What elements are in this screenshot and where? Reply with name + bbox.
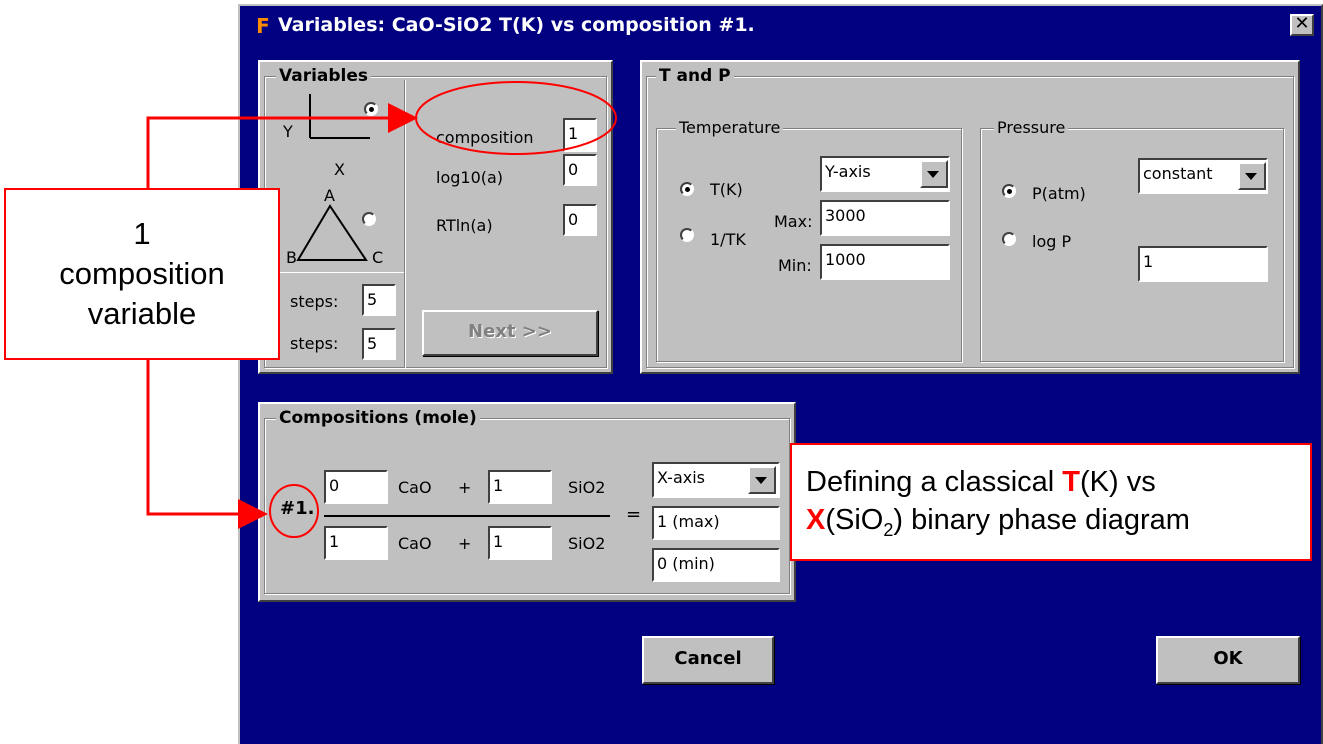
patm-label: P(atm) [1032,184,1086,203]
steps-field-1[interactable]: 5 [362,284,396,316]
tk-radio[interactable] [680,182,694,196]
pressure-group-title: Pressure [994,118,1069,137]
right-callout-x: X [806,504,826,536]
numerator-cao-field[interactable]: 0 [324,470,388,504]
right-callout: Defining a classical T(K) vs X(SiO2) bin… [790,443,1312,561]
triangle-b-label: B [286,248,297,267]
steps-divider [266,272,404,273]
numerator-sio2-field[interactable]: 1 [488,470,552,504]
left-callout: 1 composition variable [4,188,280,360]
left-callout-line2: composition [59,256,225,291]
right-callout-subscript: 2 [883,519,894,540]
log10a-label: log10(a) [436,168,504,187]
denominator-sio2-field[interactable]: 1 [488,526,552,560]
temperature-group-title: Temperature [676,118,784,137]
numerator-plus: + [458,478,472,497]
composition-max-field[interactable]: 1 (max) [652,506,780,540]
right-callout-text-b: (K) vs [1080,466,1156,498]
steps-label-1: steps: [290,292,339,311]
logp-label: log P [1032,232,1072,251]
min-label: Min: [778,256,812,275]
tp-group-title: T and P [656,66,734,86]
ok-button[interactable]: OK [1156,636,1300,684]
t-min-field[interactable]: 1000 [820,244,950,280]
numerator-sio2-label: SiO2 [568,478,606,497]
max-label: Max: [774,212,813,231]
composition-row-label: #1. [280,498,315,519]
composition-min-field[interactable]: 0 (min) [652,548,780,582]
denominator-sio2-label: SiO2 [568,534,606,553]
triangle-icon [296,204,368,261]
axes-radio[interactable] [364,102,378,116]
variables-group-title: Variables [276,66,372,86]
rtln-label: RTln(a) [436,216,493,235]
patm-radio[interactable] [1002,184,1016,198]
denominator-cao-label: CaO [398,534,432,553]
triangle-a-label: A [324,186,335,205]
composition-field[interactable]: 1 [563,118,597,152]
right-callout-t: T [1062,466,1081,498]
steps-label-2: steps: [290,334,339,353]
log10a-field[interactable]: 0 [563,154,597,186]
equals-sign: = [626,504,642,525]
right-callout-line2: X(SiO2) binary phase diagram [806,501,1310,549]
tk-label: T(K) [710,180,743,199]
right-callout-line1: Defining a classical T(K) vs [806,463,1310,501]
t-max-field[interactable]: 3000 [820,200,950,236]
composition-axis-dropdown-arrow[interactable] [748,466,776,494]
app-icon: F [254,16,272,36]
cancel-button[interactable]: Cancel [642,636,774,684]
composition-label: composition [436,128,534,147]
axes-y-label: Y [283,122,293,141]
window-title: Variables: CaO-SiO2 T(K) vs composition … [278,14,755,36]
compositions-group-title: Compositions (mole) [276,408,480,428]
steps-field-2[interactable]: 5 [362,328,396,360]
right-callout-text-d: ) binary phase diagram [893,504,1190,536]
inv-tk-label: 1/TK [710,230,746,249]
rtln-field[interactable]: 0 [563,204,597,236]
variables-divider [404,80,406,368]
right-callout-text-c: (SiO [825,504,884,536]
denominator-cao-field[interactable]: 1 [324,526,388,560]
pressure-field[interactable]: 1 [1138,246,1268,282]
triangle-radio[interactable] [362,212,376,226]
next-button[interactable]: Next >> [422,310,598,356]
pressure-mode-dropdown-arrow[interactable] [1238,162,1266,190]
fraction-bar [324,515,610,517]
logp-radio[interactable] [1002,232,1016,246]
close-button[interactable]: ✕ [1290,14,1314,36]
left-callout-line1: 1 [133,216,151,251]
left-callout-line3: variable [87,296,197,331]
triangle-c-label: C [372,248,384,267]
inv-tk-radio[interactable] [680,228,694,242]
axes-x-label: X [334,160,345,179]
temperature-axis-dropdown-arrow[interactable] [920,160,948,188]
denominator-plus: + [458,534,472,553]
numerator-cao-label: CaO [398,478,432,497]
right-callout-text-a: Defining a classical [806,466,1063,498]
axes-icon [309,94,370,139]
